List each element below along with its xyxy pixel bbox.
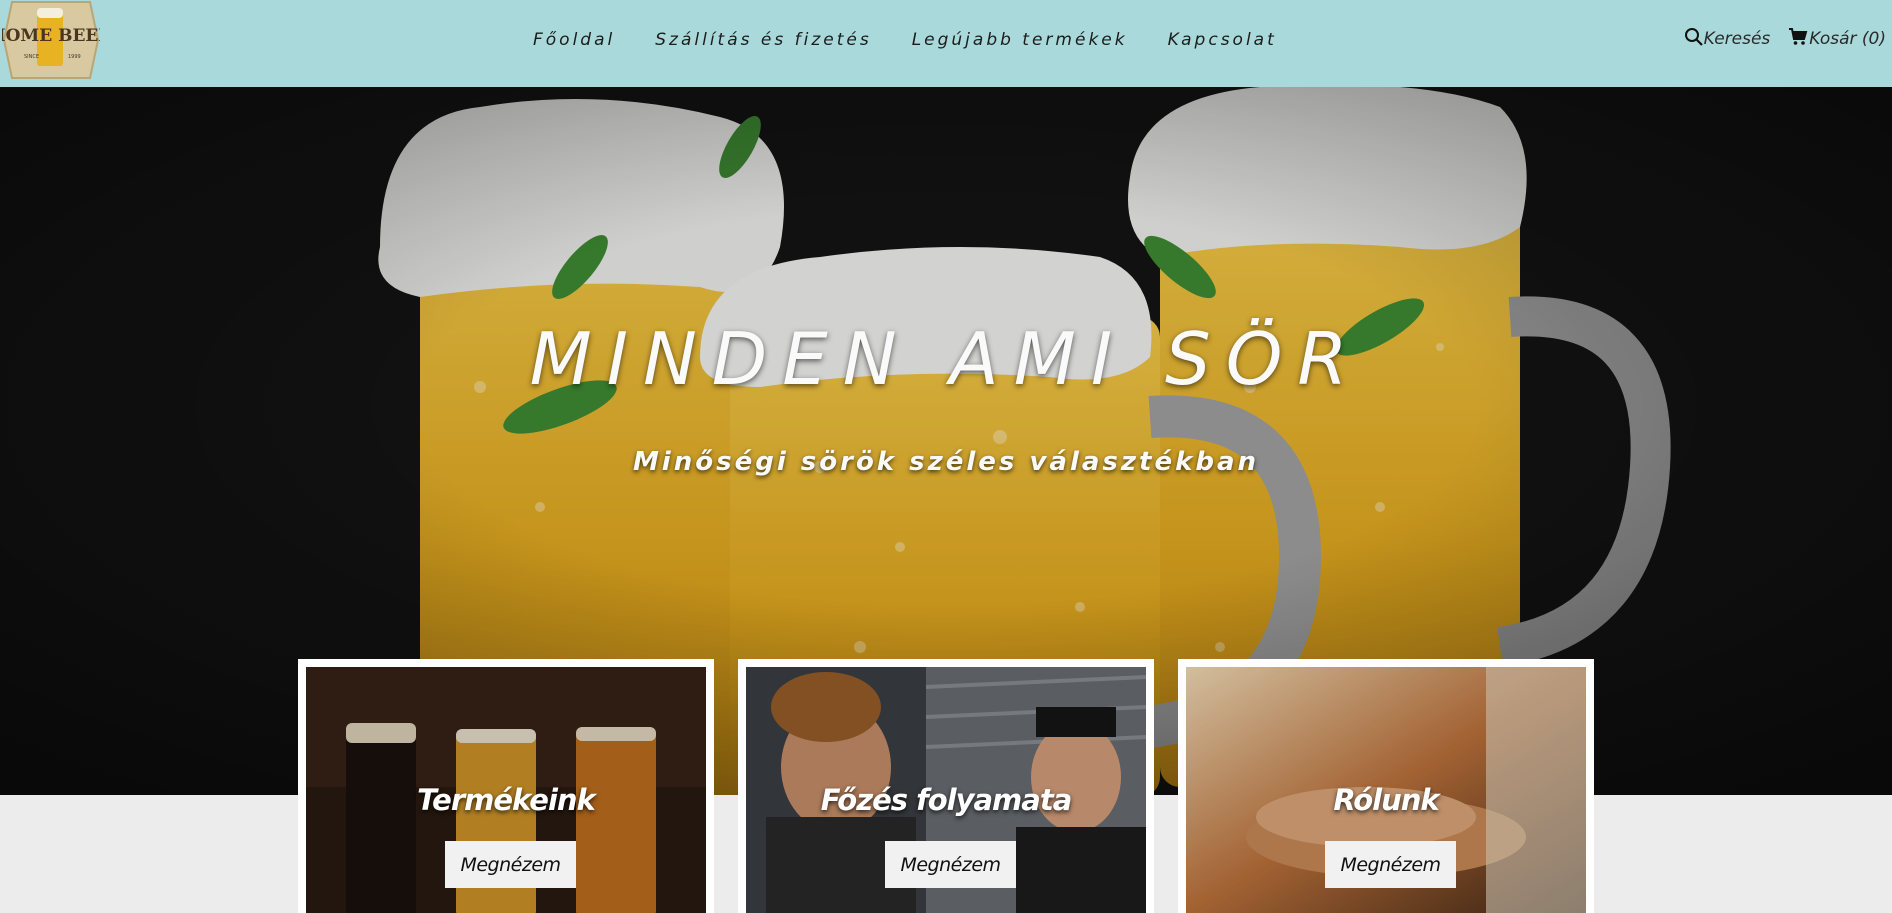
nav-item-fooldal[interactable]: Főoldal	[533, 30, 615, 56]
nav-item-szallitas[interactable]: Szállítás és fizetés	[655, 30, 871, 56]
search-icon	[1684, 27, 1704, 51]
card-rolunk: Rólunk Megnézem	[1178, 659, 1594, 913]
search-label: Keresés	[1703, 29, 1771, 49]
card-termekeink: Termékeink Megnézem	[298, 659, 714, 913]
home-beer-logo[interactable]: HOME BEER SINCE 1999	[0, 0, 113, 80]
megnezem-button[interactable]: Megnézem	[1325, 841, 1456, 888]
card-fozes-folyamata: Főzés folyamata Megnézem	[738, 659, 1154, 913]
main-nav: Főoldal Szállítás és fizetés Legújabb te…	[533, 30, 1317, 56]
svg-text:1999: 1999	[68, 54, 81, 60]
card-title: Rólunk	[1333, 783, 1439, 817]
hero-subtitle: Minőségi sörök széles választékban	[632, 447, 1260, 477]
nav-item-kapcsolat[interactable]: Kapcsolat	[1168, 30, 1277, 56]
cart-link[interactable]: Kosár (0)	[1788, 27, 1886, 51]
svg-text:HOME BEER: HOME BEER	[2, 26, 100, 46]
hero-title: MINDEN AMI SÖR	[529, 317, 1363, 401]
svg-text:SINCE: SINCE	[24, 54, 39, 60]
card-title: Főzés folyamata	[820, 783, 1073, 817]
site-header: HOME BEER SINCE 1999 Főoldal Szállítás é…	[0, 0, 1892, 87]
cart-label: Kosár (0)	[1809, 29, 1886, 49]
header-utilities: Keresés Kosár (0)	[1666, 27, 1886, 51]
megnezem-button[interactable]: Megnézem	[885, 841, 1016, 888]
card-title: Termékeink	[417, 783, 596, 817]
search-link[interactable]: Keresés	[1684, 27, 1771, 51]
cart-icon	[1788, 27, 1809, 51]
megnezem-button[interactable]: Megnézem	[445, 841, 576, 888]
nav-item-legujabb[interactable]: Legújabb termékek	[912, 30, 1128, 56]
